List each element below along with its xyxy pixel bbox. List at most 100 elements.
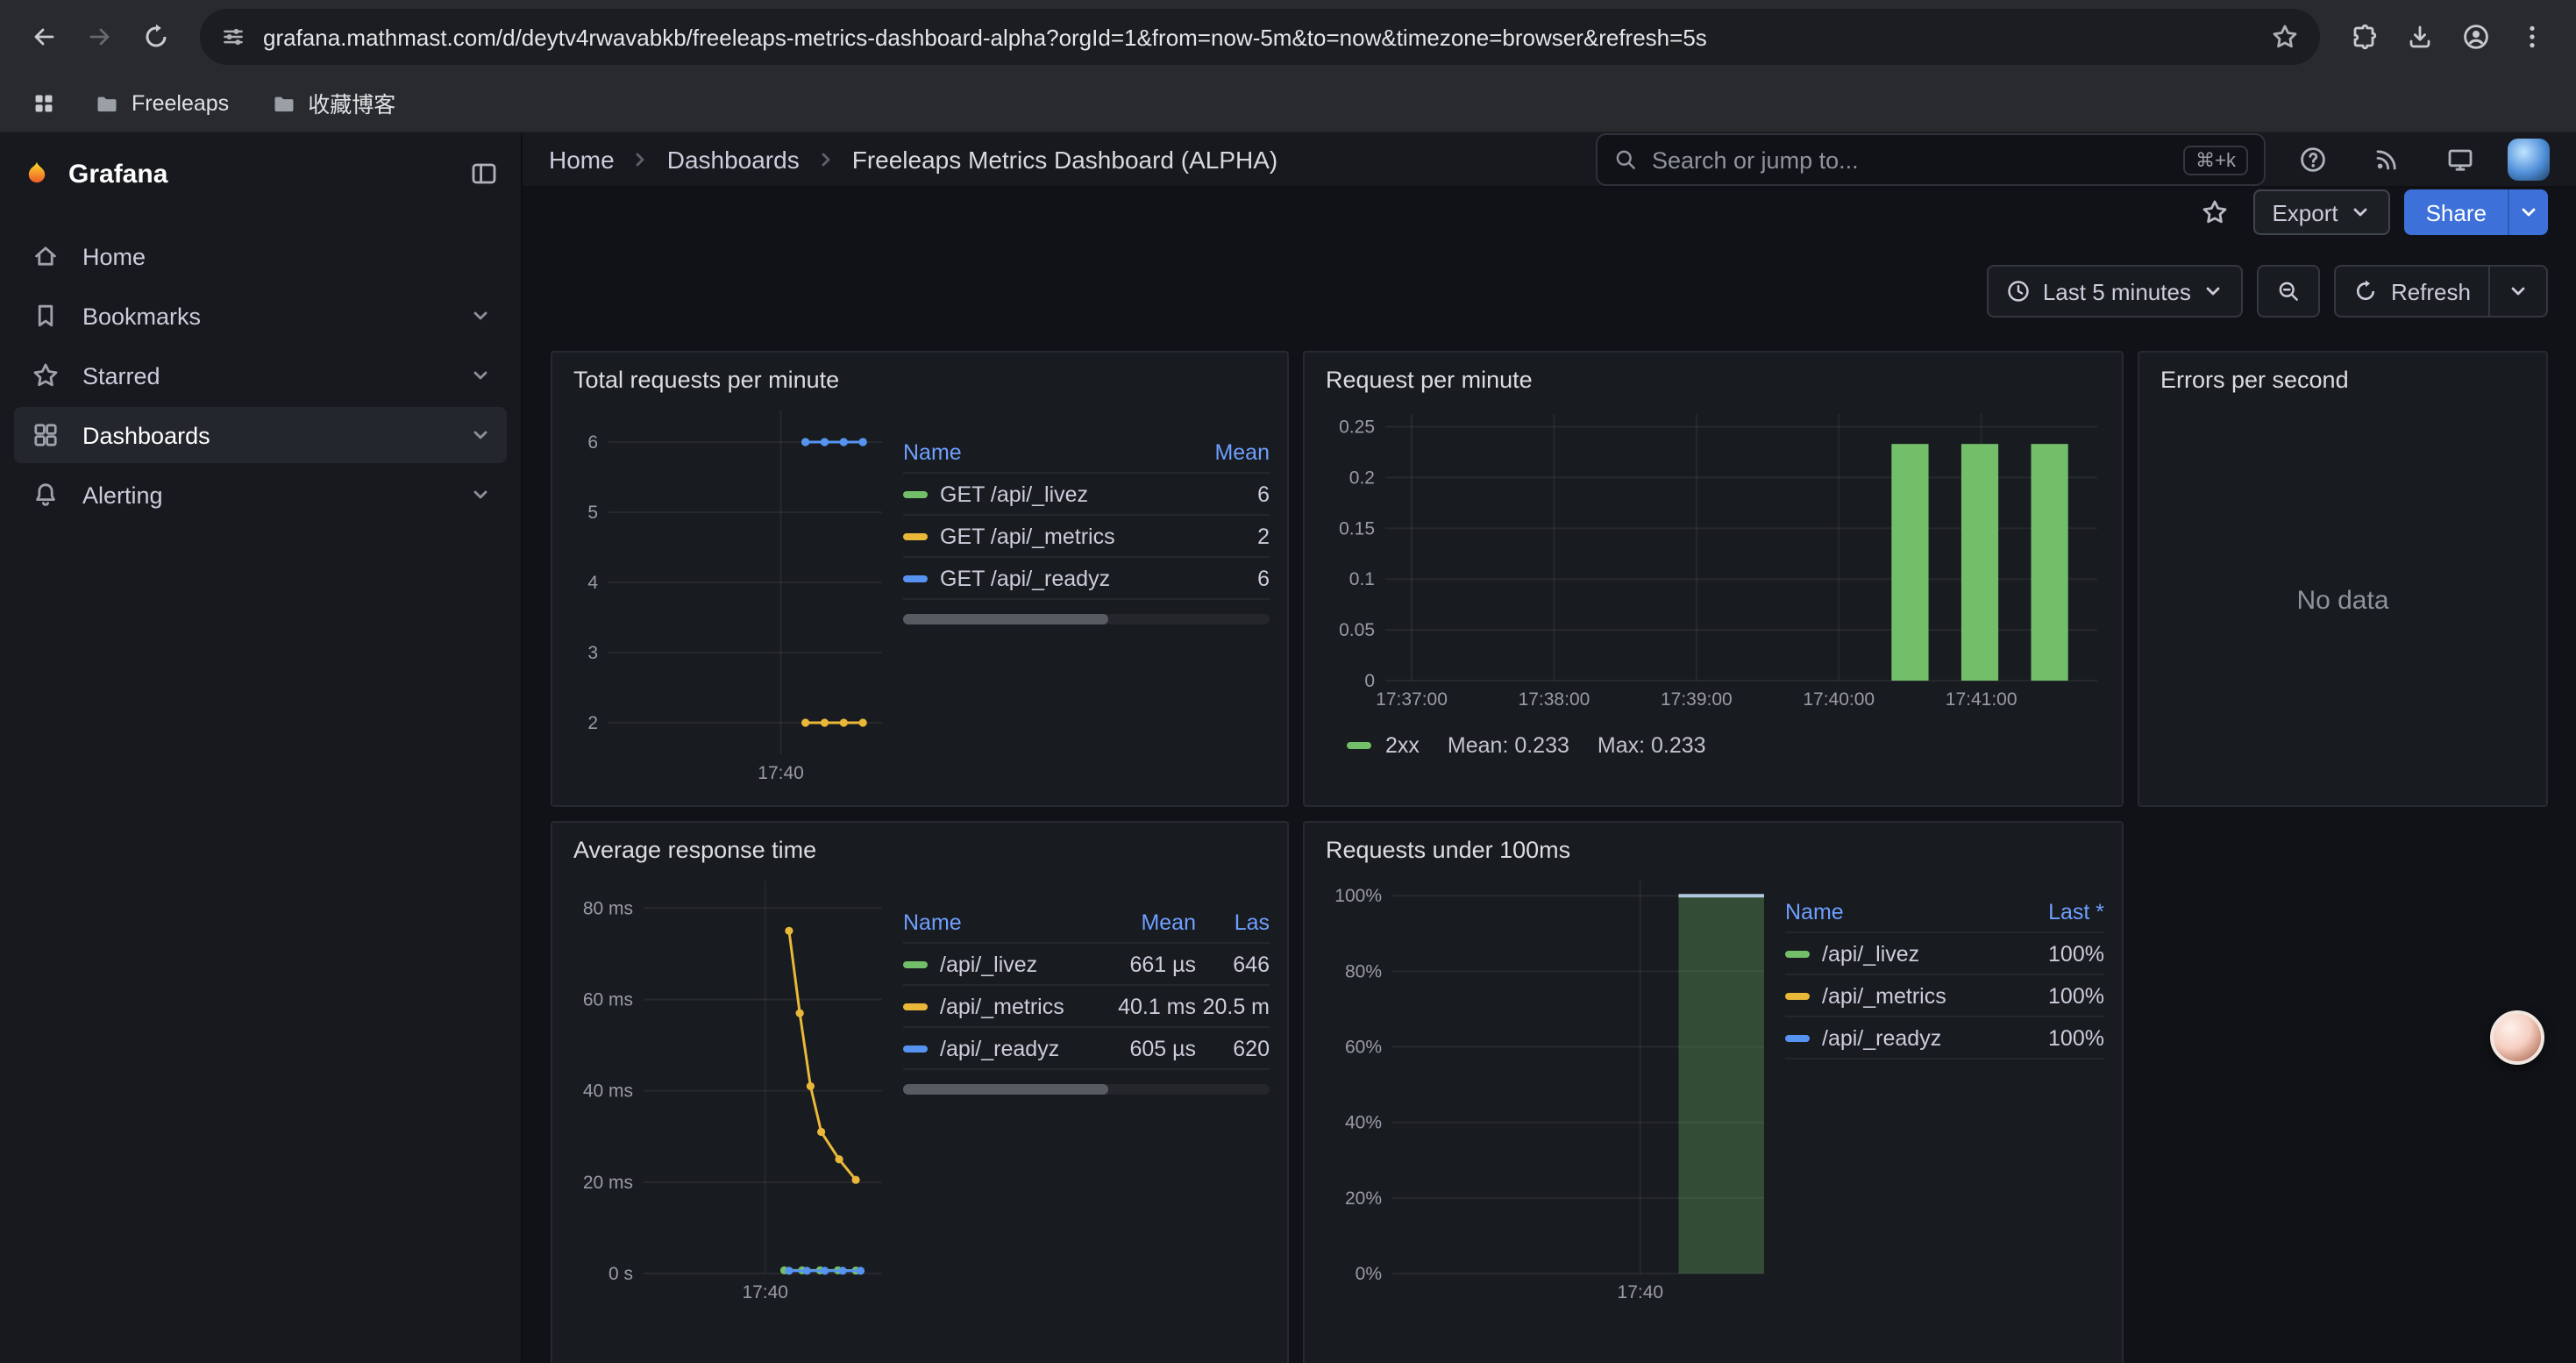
- legend-row[interactable]: /api/_readyz 100%: [1785, 1017, 2104, 1060]
- legend-col-last[interactable]: Las: [1196, 910, 1270, 934]
- brand-name: Grafana: [68, 159, 452, 189]
- panel-average-response-time: Average response time 17:4080 ms60 ms40 …: [551, 821, 1289, 1363]
- sidebar-item-starred[interactable]: Starred: [14, 347, 507, 403]
- chevron-down-icon[interactable]: [470, 305, 491, 326]
- breadcrumb-dashboards[interactable]: Dashboards: [667, 146, 800, 174]
- display-button[interactable]: [2434, 133, 2487, 186]
- reload-button[interactable]: [130, 11, 182, 63]
- apps-shortcut-button[interactable]: [21, 80, 67, 125]
- average-response-time-chart[interactable]: 17:4080 ms60 ms40 ms20 ms0 s: [570, 867, 889, 1305]
- zoom-out-button[interactable]: [2258, 265, 2321, 318]
- legend-row[interactable]: /api/_livez 100%: [1785, 933, 2104, 975]
- legend-row[interactable]: /api/_livez 661 µs 646: [903, 944, 1270, 986]
- user-avatar[interactable]: [2508, 139, 2550, 181]
- dashboard-actions-bar: Export Share: [523, 188, 2576, 237]
- share-button[interactable]: Share: [2405, 189, 2508, 235]
- series-swatch: [903, 574, 928, 582]
- svg-text:17:39:00: 17:39:00: [1661, 689, 1733, 710]
- chevron-down-icon[interactable]: [470, 484, 491, 505]
- browser-menu-button[interactable]: [2506, 11, 2558, 63]
- breadcrumb-home[interactable]: Home: [549, 146, 615, 174]
- legend-row[interactable]: GET /api/_readyz 6: [903, 558, 1270, 600]
- site-info-icon[interactable]: [221, 25, 246, 49]
- extensions-button[interactable]: [2338, 11, 2390, 63]
- bookmark-folder-label: 收藏博客: [308, 86, 395, 119]
- bookmark-star-icon[interactable]: [2271, 23, 2299, 51]
- back-button[interactable]: [18, 11, 70, 63]
- search-placeholder: Search or jump to...: [1652, 146, 2169, 173]
- svg-text:4: 4: [587, 573, 598, 593]
- star-icon: [2200, 198, 2228, 226]
- sidebar-nav: Home Bookmarks Starred Dashboards: [0, 214, 521, 523]
- legend-col-name[interactable]: Name: [903, 910, 1087, 934]
- total-requests-chart[interactable]: 17:4065432: [570, 396, 889, 786]
- svg-text:40 ms: 40 ms: [583, 1081, 633, 1102]
- legend-row[interactable]: /api/_readyz 605 µs 620: [903, 1028, 1270, 1070]
- news-button[interactable]: [2360, 133, 2413, 186]
- series-swatch: [1785, 950, 1810, 957]
- svg-text:6: 6: [587, 432, 598, 453]
- sidebar-item-alerting[interactable]: Alerting: [14, 467, 507, 523]
- url-text[interactable]: grafana.mathmast.com/d/deytv4rwavabkb/fr…: [263, 24, 2253, 50]
- request-per-minute-chart[interactable]: 17:37:0017:38:0017:39:0017:40:0017:41:00…: [1322, 400, 2104, 712]
- svg-text:3: 3: [587, 643, 598, 663]
- url-bar[interactable]: grafana.mathmast.com/d/deytv4rwavabkb/fr…: [200, 9, 2320, 65]
- panel-title[interactable]: Total requests per minute: [552, 353, 1287, 396]
- requests-under-100ms-chart[interactable]: 17:40100%80%60%40%20%0%: [1322, 867, 1771, 1305]
- search-input[interactable]: Search or jump to... ⌘+k: [1596, 133, 2266, 186]
- legend-row[interactable]: GET /api/_metrics 2: [903, 516, 1270, 558]
- legend-row[interactable]: GET /api/_livez 6: [903, 474, 1270, 516]
- panel-title[interactable]: Request per minute: [1305, 353, 2122, 396]
- floating-assistant-avatar[interactable]: [2490, 1010, 2544, 1065]
- legend-col-last[interactable]: Last *: [2013, 899, 2104, 924]
- time-range-picker[interactable]: Last 5 minutes: [1987, 265, 2244, 318]
- series-swatch: [903, 1003, 928, 1010]
- legend-scrollbar[interactable]: [903, 614, 1270, 624]
- panel-title[interactable]: Requests under 100ms: [1305, 823, 2122, 867]
- svg-text:0 s: 0 s: [608, 1264, 633, 1284]
- panel-title[interactable]: Errors per second: [2139, 353, 2546, 396]
- chevron-down-icon: [2351, 202, 2372, 223]
- favorite-dashboard-button[interactable]: [2189, 188, 2238, 237]
- legend-col-mean[interactable]: Mean: [1087, 910, 1196, 934]
- bookmark-folder-freeleaps[interactable]: Freeleaps: [81, 83, 243, 122]
- rss-icon: [2373, 146, 2401, 174]
- legend-col-mean[interactable]: Mean: [1185, 439, 1270, 464]
- forward-button[interactable]: [74, 11, 126, 63]
- refresh-button[interactable]: Refresh: [2391, 278, 2471, 304]
- chevron-down-icon[interactable]: [470, 365, 491, 386]
- sidebar-item-dashboards[interactable]: Dashboards: [14, 407, 507, 463]
- folder-icon: [271, 90, 295, 115]
- chevron-down-icon[interactable]: [2508, 281, 2529, 302]
- legend-row[interactable]: /api/_metrics 100%: [1785, 975, 2104, 1017]
- panel-title[interactable]: Average response time: [552, 823, 1287, 867]
- folder-icon: [95, 90, 119, 115]
- bookmark-folder-blogs[interactable]: 收藏博客: [257, 79, 409, 126]
- chevron-down-icon[interactable]: [470, 425, 491, 446]
- divider: [2488, 267, 2490, 316]
- legend-inline[interactable]: 2xx Mean: 0.233 Max: 0.233: [1322, 712, 2104, 758]
- legend-col-name[interactable]: Name: [1785, 899, 2013, 924]
- legend-table: Name Last * /api/_livez 100% /api/_metri…: [1785, 891, 2104, 1363]
- svg-text:0%: 0%: [1356, 1264, 1382, 1284]
- scrollbar-thumb[interactable]: [903, 614, 1108, 624]
- export-button[interactable]: Export: [2252, 189, 2390, 235]
- legend-stat-max: Max: 0.233: [1598, 733, 1706, 758]
- legend-row[interactable]: /api/_metrics 40.1 ms 20.5 m: [903, 986, 1270, 1028]
- monitor-icon: [2446, 146, 2474, 174]
- scrollbar-thumb[interactable]: [903, 1084, 1108, 1095]
- legend-col-name[interactable]: Name: [903, 439, 1185, 464]
- svg-text:0.2: 0.2: [1349, 467, 1375, 488]
- dock-sidebar-icon[interactable]: [470, 160, 498, 188]
- sidebar-item-bookmarks[interactable]: Bookmarks: [14, 288, 507, 344]
- downloads-button[interactable]: [2394, 11, 2446, 63]
- search-icon: [1613, 147, 1638, 172]
- sidebar-item-home[interactable]: Home: [14, 228, 507, 284]
- panel-request-per-minute: Request per minute 17:37:0017:38:0017:39…: [1303, 351, 2124, 807]
- help-button[interactable]: [2287, 133, 2339, 186]
- grafana-logo[interactable]: [23, 160, 51, 188]
- legend-scrollbar[interactable]: [903, 1084, 1270, 1095]
- bell-icon: [30, 481, 61, 509]
- profile-button[interactable]: [2450, 11, 2502, 63]
- share-menu-button[interactable]: [2508, 189, 2548, 235]
